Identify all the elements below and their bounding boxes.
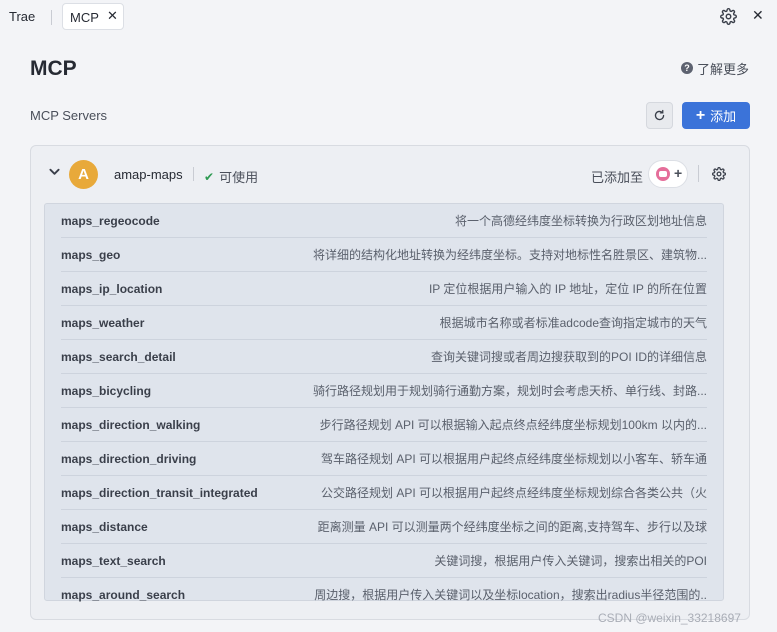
tool-description: 关键词搜，根据用户传入关键词，搜索出相关的POI (434, 554, 707, 568)
server-name: amap-maps (114, 167, 183, 182)
tool-row: maps_direction_driving 驾车路径规划 API 可以根据用户… (61, 442, 707, 476)
server-settings-gear-icon[interactable] (712, 167, 726, 181)
refresh-button[interactable] (646, 102, 673, 129)
tool-row: maps_ip_location IP 定位根据用户输入的 IP 地址，定位 I… (61, 272, 707, 306)
tool-name: maps_geo (61, 247, 121, 262)
tab-trae[interactable]: Trae (9, 9, 35, 24)
tool-row: maps_direction_transit_integrated 公交路径规划… (61, 476, 707, 510)
tool-name: maps_weather (61, 315, 145, 330)
tool-row: maps_bicycling 骑行路径规划用于规划骑行通勤方案，规划时会考虑天桥… (61, 374, 707, 408)
tool-name: maps_distance (61, 519, 148, 534)
tool-description: 步行路径规划 API 可以根据输入起点终点经纬度坐标规划100km 以内的... (319, 418, 707, 432)
add-button-label: 添加 (710, 109, 737, 124)
tool-name: maps_direction_driving (61, 451, 197, 466)
tool-row: maps_distance 距离测量 API 可以测量两个经纬度坐标之间的距离,… (61, 510, 707, 544)
refresh-icon (654, 109, 665, 121)
tool-description: IP 定位根据用户输入的 IP 地址，定位 IP 的所在位置 (428, 282, 707, 296)
tool-description: 距离测量 API 可以测量两个经纬度坐标之间的距离,支持驾车、步行以及球 (317, 520, 707, 534)
add-server-button[interactable]: + 添加 (682, 102, 750, 129)
server-avatar: A (69, 160, 98, 189)
tool-row: maps_weather 根据城市名称或者标准adcode查询指定城市的天气 (61, 306, 707, 340)
plus-icon: + (674, 165, 683, 181)
tab-mcp[interactable]: MCP ✕ (62, 3, 124, 30)
status-label: 可使用 (219, 170, 259, 185)
tool-description: 查询关键词搜或者周边搜获取到的POI ID的详细信息 (430, 350, 707, 364)
chevron-down-icon[interactable] (49, 168, 60, 176)
learn-more-label: 了解更多 (697, 61, 750, 77)
divider (698, 165, 699, 182)
tool-name: maps_bicycling (61, 383, 152, 398)
tool-row: maps_text_search 关键词搜，根据用户传入关键词，搜索出相关的PO… (61, 544, 707, 578)
tool-description: 驾车路径规划 API 可以根据用户起终点经纬度坐标规划以小客车、轿车通 (320, 452, 707, 466)
tool-row: maps_search_detail 查询关键词搜或者周边搜获取到的POI ID… (61, 340, 707, 374)
tool-name: maps_direction_transit_integrated (61, 485, 258, 500)
tool-row: maps_direction_walking 步行路径规划 API 可以根据输入… (61, 408, 707, 442)
tab-divider (51, 10, 52, 25)
tools-list: maps_regeocode 将一个高德经纬度坐标转换为行政区划地址信息 map… (44, 203, 724, 602)
agent-icon (656, 167, 670, 181)
tool-name: maps_regeocode (61, 213, 160, 228)
settings-gear-icon[interactable] (720, 8, 737, 25)
plus-icon: + (695, 106, 706, 124)
added-to-label: 已添加至 (591, 170, 644, 185)
section-title: MCP Servers (30, 108, 108, 123)
tool-description: 将一个高德经纬度坐标转换为行政区划地址信息 (454, 214, 707, 228)
page-title: MCP (30, 57, 77, 80)
tool-name: maps_search_detail (61, 349, 176, 364)
tool-description: 将详细的结构化地址转换为经纬度坐标。支持对地标性名胜景区、建筑物... (312, 248, 707, 262)
tool-name: maps_ip_location (61, 281, 163, 296)
divider (193, 167, 194, 181)
tool-description: 周边搜，根据用户传入关键词以及坐标location，搜索出radius半径范围的… (314, 588, 707, 602)
server-card: A amap-maps ✔ 可使用 已添加至 + maps_regeocode … (30, 145, 750, 620)
tab-bar: Trae MCP ✕ ✕ (0, 0, 777, 34)
add-to-agent-button[interactable]: + (648, 160, 688, 188)
status-badge: ✔ 可使用 (204, 167, 258, 186)
check-icon: ✔ (204, 169, 215, 184)
tool-row: maps_geo 将详细的结构化地址转换为经纬度坐标。支持对地标性名胜景区、建筑… (61, 238, 707, 272)
tool-description: 根据城市名称或者标准adcode查询指定城市的天气 (439, 316, 707, 330)
learn-more-link[interactable]: ? 了解更多 (681, 60, 750, 77)
tool-row: maps_around_search 周边搜，根据用户传入关键词以及坐标loca… (61, 578, 707, 611)
tool-name: maps_around_search (61, 587, 186, 602)
window-close-icon[interactable]: ✕ (752, 7, 764, 24)
tool-description: 公交路径规划 API 可以根据用户起终点经纬度坐标规划综合各类公共（火 (320, 486, 707, 500)
watermark: CSDN @weixin_33218697 (598, 611, 741, 625)
tool-name: maps_direction_walking (61, 417, 201, 432)
tool-name: maps_text_search (61, 553, 166, 568)
tab-close-icon[interactable]: ✕ (107, 8, 118, 24)
tool-description: 骑行路径规划用于规划骑行通勤方案，规划时会考虑天桥、单行线、封路... (312, 384, 707, 398)
help-icon: ? (681, 62, 693, 74)
tool-row: maps_regeocode 将一个高德经纬度坐标转换为行政区划地址信息 (61, 204, 707, 238)
tab-mcp-label: MCP (70, 10, 99, 25)
